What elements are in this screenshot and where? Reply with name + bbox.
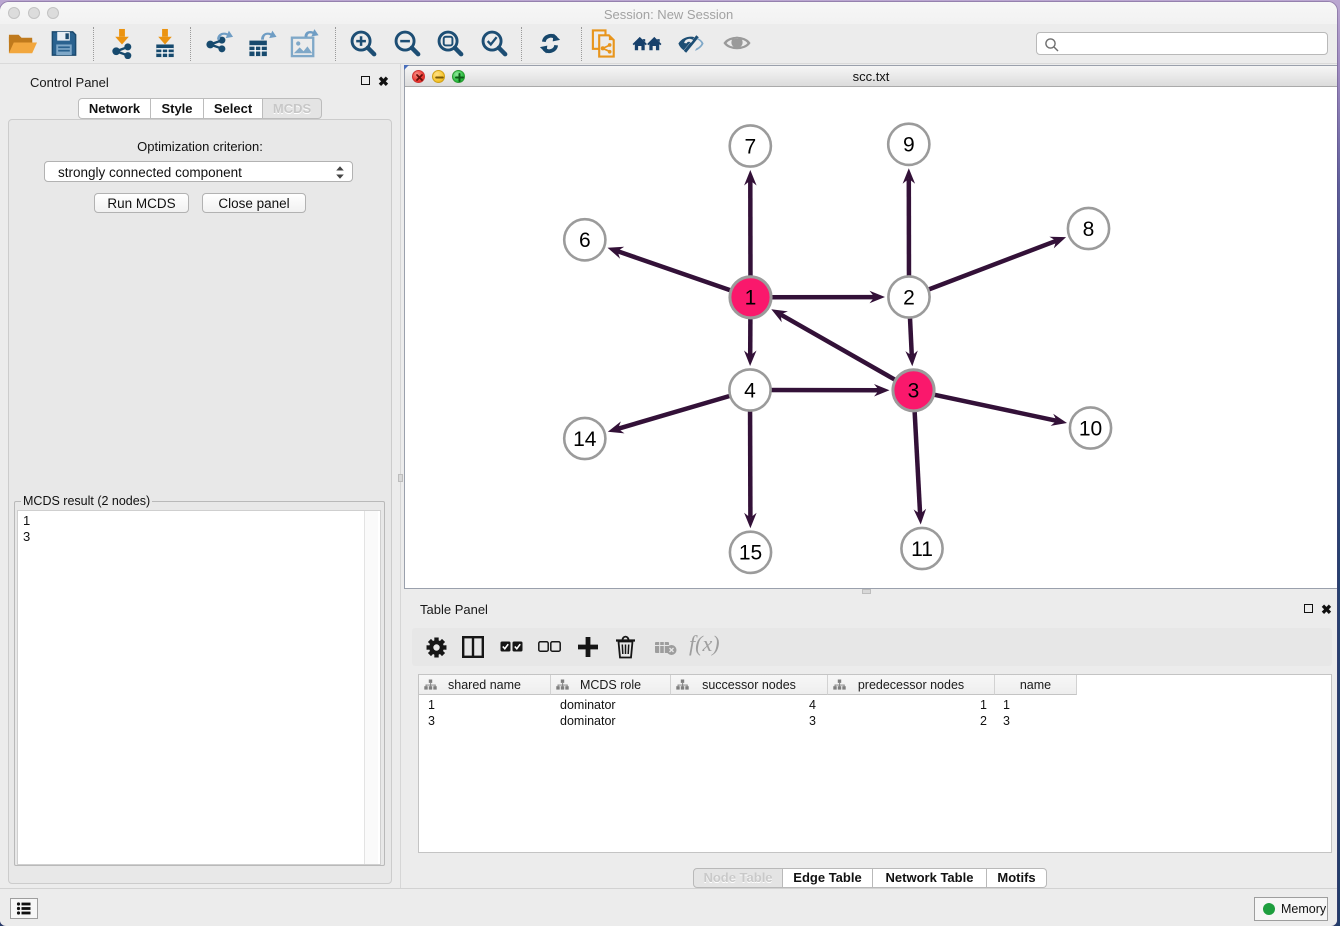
svg-text:10: 10 [1079, 417, 1102, 440]
svg-text:14: 14 [573, 428, 597, 451]
svg-text:11: 11 [911, 538, 933, 561]
svg-text:1: 1 [745, 287, 757, 310]
svg-text:8: 8 [1083, 218, 1095, 241]
svg-text:9: 9 [903, 134, 915, 157]
svg-text:4: 4 [744, 379, 756, 402]
svg-text:15: 15 [739, 542, 762, 565]
svg-text:6: 6 [579, 229, 591, 252]
svg-text:3: 3 [908, 380, 920, 403]
svg-text:2: 2 [903, 286, 915, 309]
svg-text:7: 7 [744, 135, 756, 158]
